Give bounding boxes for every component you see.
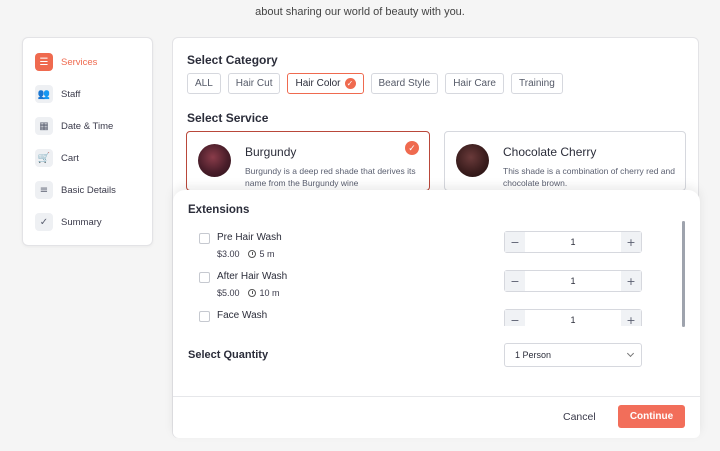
sidebar-item-label: Services — [61, 56, 98, 68]
minus-button[interactable]: − — [505, 310, 525, 326]
extension-price: $3.00 — [217, 249, 240, 259]
sidebar-item-services[interactable]: ☰ Services — [35, 52, 97, 72]
extension-checkbox[interactable] — [199, 233, 210, 244]
cart-icon: 🛒 — [35, 149, 53, 167]
chip-beard-style[interactable]: Beard Style — [370, 73, 439, 94]
extension-name: Pre Hair Wash — [217, 232, 282, 243]
list-icon: ☰ — [35, 53, 53, 71]
service-title: Select Service — [187, 111, 269, 125]
quantity-selected-value: 1 Person — [515, 350, 552, 360]
clock-icon — [247, 250, 256, 258]
scrollbar-thumb[interactable] — [682, 221, 685, 327]
sidebar-item-label: Date & Time — [61, 120, 114, 132]
sidebar-item-basic-details[interactable]: ≡ Basic Details — [35, 180, 116, 200]
service-card-chocolate-cherry[interactable]: Chocolate Cherry This shade is a combina… — [444, 131, 686, 191]
extension-name: After Hair Wash — [217, 271, 288, 282]
service-image — [198, 144, 231, 177]
category-title: Select Category — [187, 53, 278, 67]
quantity-value[interactable]: 1 — [525, 310, 621, 326]
clock-icon — [247, 289, 256, 297]
divider — [173, 396, 700, 397]
extension-duration: 5 m — [259, 249, 275, 259]
sidebar-item-label: Cart — [61, 152, 79, 164]
sidebar-item-staff[interactable]: 👥 Staff — [35, 84, 80, 104]
quantity-value[interactable]: 1 — [525, 271, 621, 291]
extensions-list: Pre Hair Wash $3.00 5 m − 1 + After Hair… — [173, 228, 700, 326]
service-name: Chocolate Cherry — [503, 145, 597, 159]
extension-checkbox[interactable] — [199, 311, 210, 322]
sidebar-item-label: Basic Details — [61, 184, 116, 196]
quantity-stepper: − 1 + — [504, 270, 642, 292]
quantity-value[interactable]: 1 — [525, 232, 621, 252]
category-chips: ALL Hair Cut Hair Color ✓ Beard Style Hai… — [187, 73, 563, 94]
extension-duration: 10 m — [259, 288, 280, 298]
sidebar-item-cart[interactable]: 🛒 Cart — [35, 148, 79, 168]
check-icon: ✓ — [405, 141, 419, 155]
main-panel: Select Category ALL Hair Cut Hair Color ✓… — [172, 37, 700, 438]
plus-button[interactable]: + — [621, 232, 641, 252]
chip-all[interactable]: ALL — [187, 73, 221, 94]
intro-text: about sharing our world of beauty with y… — [255, 6, 465, 18]
extension-meta: $3.00 5 m — [217, 249, 275, 259]
plus-button[interactable]: + — [621, 271, 641, 291]
continue-button[interactable]: Continue — [618, 405, 685, 428]
chip-label: Hair Cut — [235, 78, 273, 89]
document-icon: ≡ — [35, 181, 53, 199]
minus-button[interactable]: − — [505, 232, 525, 252]
extension-meta: $5.00 10 m — [217, 288, 280, 298]
clipboard-check-icon: ✓ — [35, 213, 53, 231]
list-item: Pre Hair Wash $3.00 5 m − 1 + — [173, 228, 700, 268]
chip-label: ALL — [195, 78, 213, 89]
list-item: Face Wash − 1 + — [173, 306, 700, 326]
sidebar-item-date-time[interactable]: ▦ Date & Time — [35, 116, 113, 136]
extensions-sheet: Extensions Pre Hair Wash $3.00 5 m − 1 + — [173, 190, 700, 438]
sidebar-item-label: Summary — [61, 216, 102, 228]
check-icon: ✓ — [344, 78, 356, 89]
sidebar-item-label: Staff — [61, 88, 81, 100]
quantity-stepper: − 1 + — [504, 309, 642, 326]
chip-hair-color[interactable]: Hair Color ✓ — [287, 73, 364, 94]
service-card-burgundy[interactable]: Burgundy Burgundy is a deep red shade th… — [186, 131, 430, 191]
minus-button[interactable]: − — [505, 271, 525, 291]
chip-label: Training — [519, 78, 555, 89]
chevron-down-icon — [626, 349, 635, 358]
quantity-stepper: − 1 + — [504, 231, 642, 253]
chip-label: Hair Care — [453, 78, 496, 89]
chip-training[interactable]: Training — [511, 73, 563, 94]
list-item: After Hair Wash $5.00 10 m − 1 + — [173, 267, 700, 307]
plus-button[interactable]: + — [621, 310, 641, 326]
chip-label: Beard Style — [378, 78, 431, 89]
booking-steps-sidebar: ☰ Services 👥 Staff ▦ Date & Time 🛒 Cart … — [22, 37, 153, 246]
chip-label: Hair Color — [295, 78, 341, 89]
service-image — [456, 144, 489, 177]
sidebar-item-summary[interactable]: ✓ Summary — [35, 212, 102, 232]
calendar-icon: ▦ — [35, 117, 53, 135]
service-description: This shade is a combination of cherry re… — [503, 166, 675, 188]
cancel-button[interactable]: Cancel — [563, 411, 596, 423]
extension-checkbox[interactable] — [199, 272, 210, 283]
extensions-title: Extensions — [188, 204, 250, 216]
quantity-select[interactable]: 1 Person — [504, 343, 642, 367]
chip-hair-care[interactable]: Hair Care — [445, 73, 504, 94]
chip-hair-cut[interactable]: Hair Cut — [227, 73, 281, 94]
service-description: Burgundy is a deep red shade that derive… — [245, 166, 416, 188]
extension-name: Face Wash — [217, 310, 268, 321]
people-icon: 👥 — [35, 85, 53, 103]
quantity-label: Select Quantity — [188, 349, 269, 361]
service-name: Burgundy — [245, 145, 297, 159]
extension-price: $5.00 — [217, 288, 240, 298]
